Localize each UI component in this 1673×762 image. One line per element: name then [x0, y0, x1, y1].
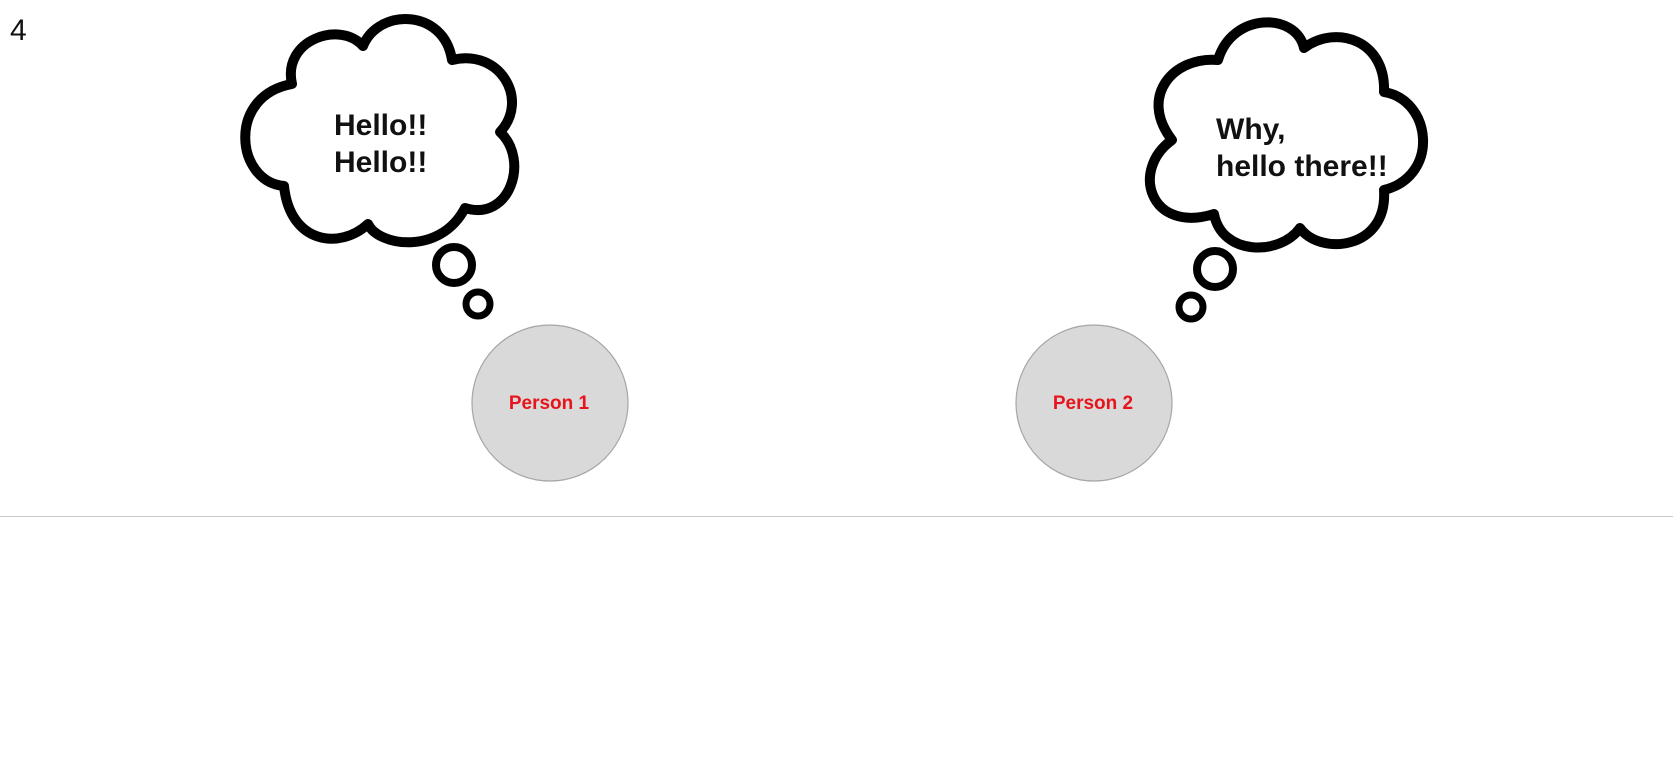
thought-line-2: hello there!!	[1216, 150, 1388, 183]
thought-dot-large-right	[1193, 247, 1237, 291]
person-2-label: Person 2	[1053, 393, 1133, 414]
thought-diagram: Hello!! Hello!! Why, hello there!! Perso…	[240, 14, 1428, 482]
thought-bubble-right: Why, hello there!!	[1144, 17, 1428, 323]
thought-dot-small-right	[1175, 291, 1207, 323]
person-1-label: Person 1	[509, 393, 590, 414]
person-1: Person 1	[471, 324, 629, 482]
thought-bubble-left: Hello!! Hello!!	[240, 14, 520, 320]
thought-dot-small-left	[462, 288, 494, 320]
slide-divider	[0, 516, 1673, 517]
thought-dot-large-left	[432, 243, 476, 287]
thought-line-1: Hello!!	[334, 109, 427, 142]
person-2: Person 2	[1015, 324, 1173, 482]
thought-line-2: Hello!!	[334, 146, 427, 179]
thought-line-1: Why,	[1216, 113, 1285, 146]
